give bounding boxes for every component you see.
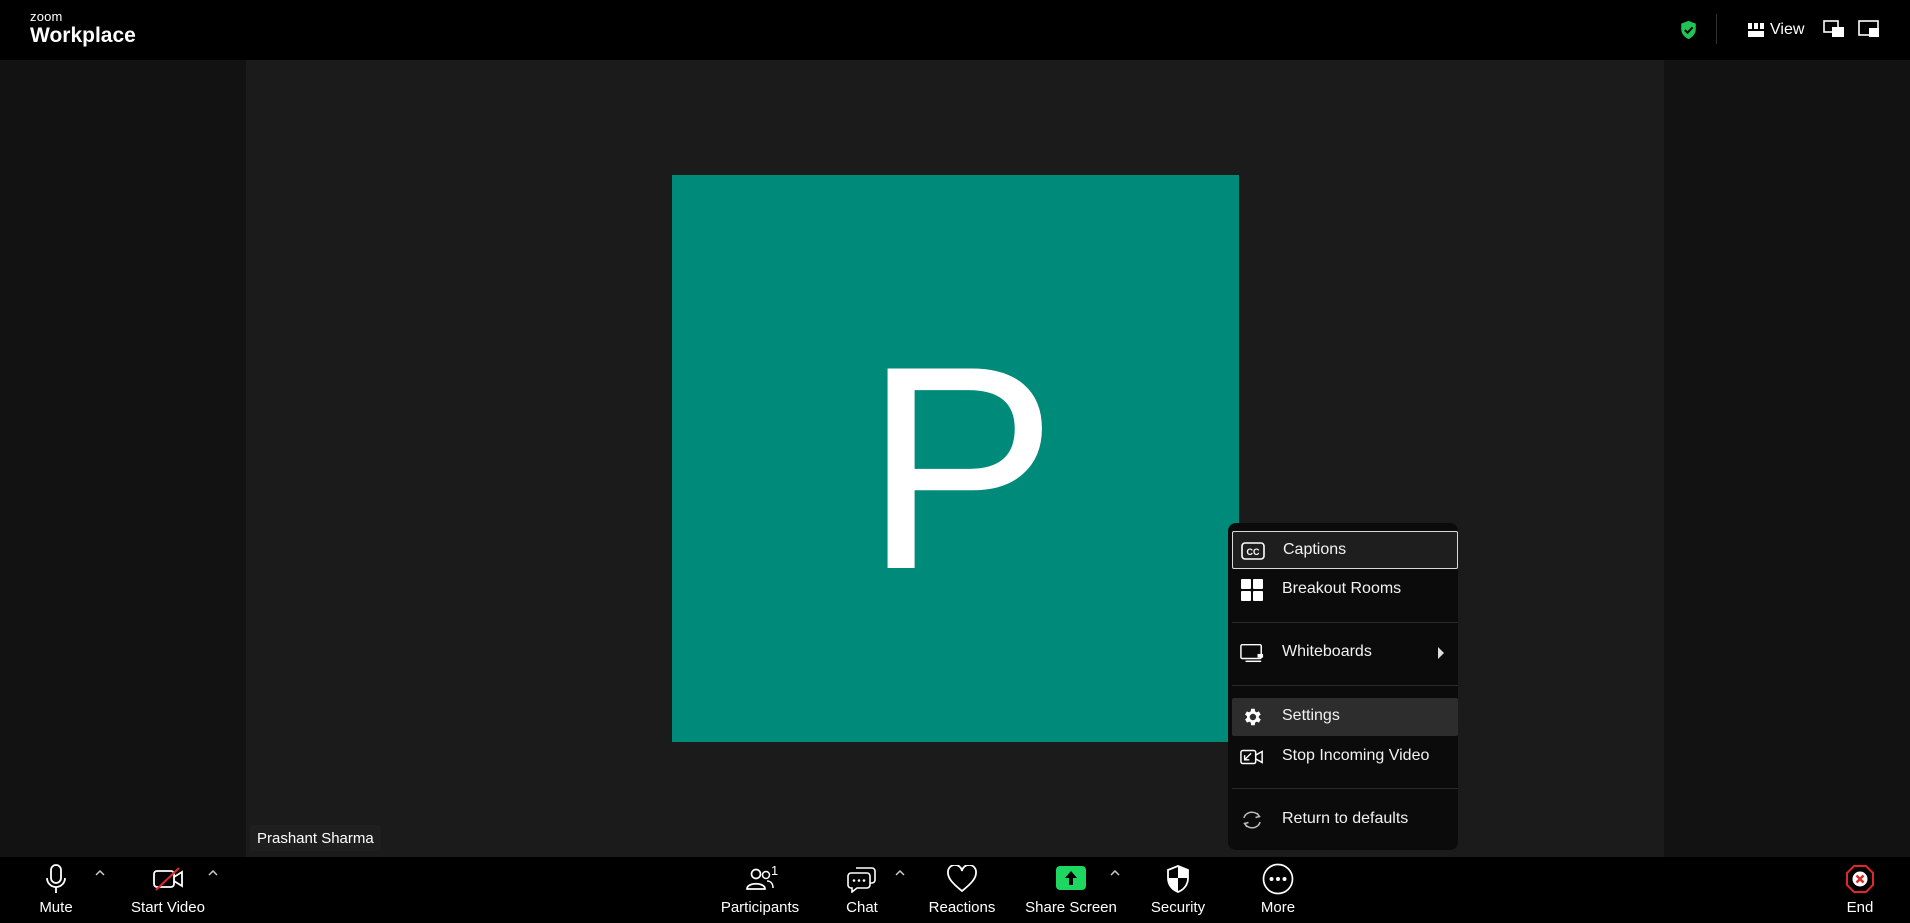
share-options-chevron-up-icon[interactable] — [1108, 866, 1122, 880]
more-ellipsis-icon — [1261, 862, 1295, 896]
menu-label-whiteboards: Whiteboards — [1282, 643, 1372, 660]
refresh-icon — [1240, 809, 1264, 831]
security-button[interactable]: Security — [1147, 857, 1209, 923]
view-button[interactable]: View — [1748, 19, 1804, 41]
stop-video-icon — [1240, 746, 1264, 768]
menu-item-captions[interactable]: CC Captions — [1232, 531, 1458, 569]
audio-options-chevron-up-icon[interactable] — [93, 866, 107, 880]
menu-divider — [1232, 685, 1458, 686]
participant-name: Prashant Sharma — [257, 829, 374, 847]
start-video-button[interactable]: Start Video — [126, 857, 210, 923]
menu-item-stop-incoming-video[interactable]: Stop Incoming Video — [1232, 738, 1458, 776]
captions-icon: CC — [1241, 540, 1265, 562]
menu-label-stop-incoming-video: Stop Incoming Video — [1282, 747, 1430, 764]
chat-label: Chat — [846, 899, 878, 916]
chat-icon — [845, 862, 879, 896]
brand-small-text: zoom — [30, 9, 63, 24]
fullscreen-icon[interactable] — [1858, 19, 1880, 39]
chat-button[interactable]: Chat — [842, 857, 882, 923]
more-label: More — [1260, 899, 1296, 916]
reactions-button[interactable]: Reactions — [929, 857, 995, 923]
menu-label-return-to-defaults: Return to defaults — [1282, 810, 1409, 827]
breakout-rooms-icon — [1240, 579, 1264, 601]
gear-icon — [1240, 706, 1264, 728]
more-menu: CC Captions Breakout Rooms Whiteboards S… — [1228, 523, 1458, 850]
picture-in-picture-icon[interactable] — [1823, 19, 1845, 39]
top-bar: zoom Workplace View — [0, 0, 1910, 60]
microphone-icon — [39, 862, 73, 896]
video-off-icon — [151, 862, 185, 896]
participant-name-tag: Prashant Sharma — [250, 825, 381, 851]
menu-label-breakout-rooms: Breakout Rooms — [1282, 580, 1402, 597]
menu-divider — [1232, 622, 1458, 623]
view-label: View — [1770, 21, 1805, 38]
app-logo: zoom Workplace — [30, 10, 136, 46]
whiteboard-icon — [1240, 642, 1264, 664]
menu-label-captions: Captions — [1283, 541, 1347, 558]
menu-divider — [1232, 788, 1458, 789]
submenu-arrow-icon — [1438, 647, 1444, 659]
share-screen-icon — [1054, 862, 1088, 896]
participants-count-badge: 1 — [771, 863, 779, 878]
participants-button[interactable]: 1 Participants — [719, 857, 801, 923]
meeting-toolbar: Mute Start Video 1 Participants Chat Rea… — [0, 857, 1910, 923]
avatar-initial: P — [863, 305, 1058, 630]
mute-label: Mute — [39, 899, 73, 916]
view-grid-icon — [1748, 23, 1764, 37]
video-options-chevron-up-icon[interactable] — [206, 866, 220, 880]
end-meeting-button[interactable]: End — [1840, 857, 1880, 923]
chat-options-chevron-up-icon[interactable] — [893, 866, 907, 880]
brand-large-text: Workplace — [30, 24, 136, 47]
svg-text:CC: CC — [1247, 547, 1260, 557]
menu-item-settings[interactable]: Settings — [1232, 698, 1458, 736]
end-label: End — [1846, 899, 1874, 916]
security-shield-icon — [1161, 862, 1195, 896]
share-screen-label: Share Screen — [1025, 899, 1117, 916]
participants-icon: 1 — [743, 862, 779, 896]
menu-item-whiteboards[interactable]: Whiteboards — [1232, 634, 1458, 672]
stage-left-gutter — [0, 60, 246, 857]
participant-avatar: P — [672, 175, 1239, 742]
top-divider — [1716, 14, 1717, 44]
stage-right-gutter — [1664, 60, 1910, 857]
menu-item-return-to-defaults[interactable]: Return to defaults — [1232, 801, 1458, 839]
security-label: Security — [1150, 899, 1206, 916]
menu-item-breakout-rooms[interactable]: Breakout Rooms — [1232, 571, 1458, 609]
heart-icon — [945, 862, 979, 896]
encryption-shield-icon[interactable] — [1679, 20, 1698, 40]
start-video-label: Start Video — [131, 899, 205, 916]
share-screen-button[interactable]: Share Screen — [1025, 857, 1117, 923]
reactions-label: Reactions — [928, 899, 996, 916]
more-button[interactable]: More — [1258, 857, 1298, 923]
end-call-icon — [1843, 862, 1877, 896]
mute-button[interactable]: Mute — [36, 857, 76, 923]
menu-label-settings: Settings — [1282, 707, 1340, 724]
participants-label: Participants — [720, 899, 800, 916]
